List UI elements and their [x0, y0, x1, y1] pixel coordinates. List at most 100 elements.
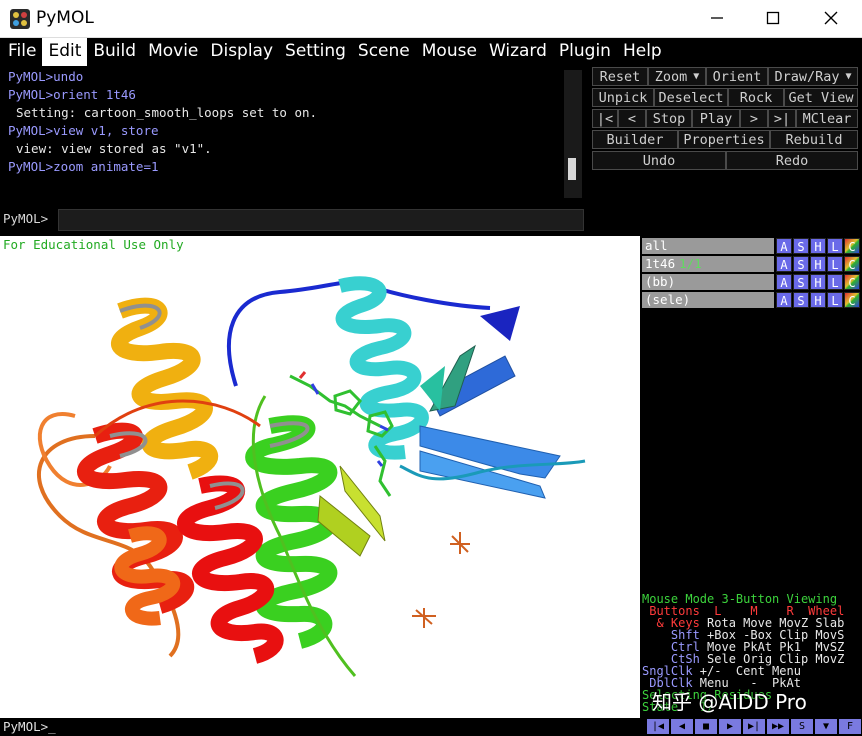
builder-button[interactable]: Builder [592, 130, 678, 149]
maximize-icon [766, 10, 780, 29]
object-c-button[interactable]: C [844, 238, 860, 254]
object-a-button[interactable]: A [776, 256, 792, 272]
draw-ray-label: Draw/Ray [774, 68, 840, 85]
reset-button[interactable]: Reset [592, 67, 648, 86]
zoom-button[interactable]: Zoom ▼ [648, 67, 706, 86]
object-name[interactable]: all [642, 238, 774, 254]
get-view-button[interactable]: Get View [784, 88, 858, 107]
command-input[interactable] [58, 209, 584, 231]
movie-controls: |◀ ◀ ■ ▶ ▶| ▶▶ S ▼ F [646, 718, 862, 735]
movie-control-button[interactable]: S [790, 718, 814, 735]
redo-button[interactable]: Redo [726, 151, 858, 170]
object-c-button[interactable]: C [844, 274, 860, 290]
rock-button[interactable]: Rock [728, 88, 784, 107]
object-name-label: (sele) [645, 292, 691, 307]
molecule-viewport[interactable]: For Educational Use Only [0, 236, 640, 718]
object-c-button[interactable]: C [844, 256, 860, 272]
menu-plugin[interactable]: Plugin [553, 38, 617, 66]
undo-label: Undo [642, 152, 676, 169]
mclear-label: MClear [802, 110, 852, 127]
command-row: PyMOL> [0, 206, 590, 232]
object-a-button[interactable]: A [776, 274, 792, 290]
object-c-button[interactable]: C [844, 292, 860, 308]
rebuild-button[interactable]: Rebuild [770, 130, 858, 149]
movie-control-button[interactable]: F [838, 718, 862, 735]
console-line: PyMOL>undo [8, 69, 84, 84]
object-row[interactable]: 1t46 1/1 A S H L C [642, 256, 860, 272]
first-frame-label: |< [596, 110, 614, 127]
object-l-button[interactable]: L [827, 274, 843, 290]
protein-cartoon-render [37, 276, 586, 677]
object-state-label: 1/1 [679, 256, 702, 271]
movie-control-button[interactable]: ▶ [718, 718, 742, 735]
rebuild-label: Rebuild [785, 131, 843, 148]
object-h-button[interactable]: H [810, 238, 826, 254]
minimize-button[interactable] [688, 0, 746, 38]
object-h-button[interactable]: H [810, 292, 826, 308]
menu-movie[interactable]: Movie [142, 38, 204, 66]
deselect-button[interactable]: Deselect [654, 88, 728, 107]
object-name[interactable]: (sele) [642, 292, 774, 308]
next-frame-label: > [749, 110, 759, 127]
prev-frame-button[interactable]: < [618, 109, 646, 128]
movie-control-button[interactable]: ◀ [670, 718, 694, 735]
orient-button[interactable]: Orient [706, 67, 768, 86]
zoom-label: Zoom [654, 68, 688, 85]
object-s-button[interactable]: S [793, 292, 809, 308]
object-s-button[interactable]: S [793, 256, 809, 272]
educational-notice: For Educational Use Only [3, 237, 184, 252]
movie-control-button[interactable]: ▶| [742, 718, 766, 735]
last-frame-button[interactable]: >| [768, 109, 796, 128]
unpick-label: Unpick [598, 89, 648, 106]
object-a-button[interactable]: A [776, 292, 792, 308]
properties-button[interactable]: Properties [678, 130, 770, 149]
undo-button[interactable]: Undo [592, 151, 726, 170]
object-name-label: (bb) [645, 274, 676, 289]
console-line: Setting: cartoon_smooth_loops set to on. [16, 105, 318, 120]
console-line: PyMOL>view v1, store [8, 123, 159, 138]
object-name[interactable]: 1t46 1/1 [642, 256, 774, 272]
close-button[interactable] [802, 0, 860, 38]
object-l-button[interactable]: L [827, 238, 843, 254]
stop-button[interactable]: Stop [646, 109, 692, 128]
movie-control-button[interactable]: |◀ [646, 718, 670, 735]
menu-file[interactable]: File [2, 38, 42, 66]
stop-label: Stop [652, 110, 686, 127]
movie-control-button[interactable]: ▼ [814, 718, 838, 735]
movie-control-button[interactable]: ■ [694, 718, 718, 735]
output-console: PyMOL>undo PyMOL>orient 1t46 Setting: cart… [2, 66, 586, 202]
object-h-button[interactable]: H [810, 274, 826, 290]
object-name[interactable]: (bb) [642, 274, 774, 290]
menu-build[interactable]: Build [87, 38, 142, 66]
menu-help[interactable]: Help [617, 38, 668, 66]
object-row[interactable]: (sele) A S H L C [642, 292, 860, 308]
object-row[interactable]: (bb) A S H L C [642, 274, 860, 290]
object-l-button[interactable]: L [827, 256, 843, 272]
mclear-button[interactable]: MClear [796, 109, 858, 128]
menu-setting[interactable]: Setting [279, 38, 352, 66]
object-s-button[interactable]: S [793, 274, 809, 290]
menu-wizard[interactable]: Wizard [483, 38, 553, 66]
movie-control-button[interactable]: ▶▶ [766, 718, 790, 735]
console-scroll-thumb[interactable] [568, 158, 576, 180]
next-frame-button[interactable]: > [740, 109, 768, 128]
draw-ray-button[interactable]: Draw/Ray ▼ [768, 67, 858, 86]
object-s-button[interactable]: S [793, 238, 809, 254]
menu-edit[interactable]: Edit [42, 38, 88, 66]
console-line: PyMOL>orient 1t46 [8, 87, 136, 102]
maximize-button[interactable] [744, 0, 802, 38]
menu-display[interactable]: Display [204, 38, 279, 66]
object-row[interactable]: all A S H L C [642, 238, 860, 254]
menu-mouse[interactable]: Mouse [416, 38, 483, 66]
play-button[interactable]: Play [692, 109, 740, 128]
menu-scene[interactable]: Scene [352, 38, 416, 66]
button-panel: Reset Zoom ▼ Orient Draw/Ray ▼ Unpick Dese… [590, 66, 862, 234]
bottom-prompt[interactable]: PyMOL>_ [3, 719, 56, 734]
object-h-button[interactable]: H [810, 256, 826, 272]
unpick-button[interactable]: Unpick [592, 88, 654, 107]
properties-label: Properties [683, 131, 765, 148]
first-frame-button[interactable]: |< [592, 109, 618, 128]
object-l-button[interactable]: L [827, 292, 843, 308]
object-a-button[interactable]: A [776, 238, 792, 254]
command-prompt-label: PyMOL> [3, 211, 49, 226]
